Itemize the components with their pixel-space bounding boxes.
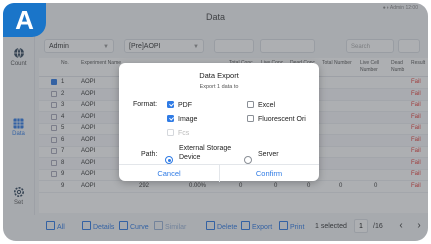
confirm-button[interactable]: Confirm [219,165,319,182]
format-option-image[interactable]: Image [167,115,197,124]
option-label: Excel [258,102,276,109]
checkbox-checked-icon [167,101,174,108]
dialog-subtitle: Export 1 data to [199,84,239,90]
dialog-title: Data Export [199,71,239,80]
radio-icon [244,156,252,164]
checkbox-icon [167,129,174,136]
format-option-fcs: Fcs [167,129,189,138]
format-option-pdf[interactable]: PDF [167,101,192,110]
option-label: Fcs [178,130,190,137]
checkbox-icon [247,101,254,108]
format-label: Format: [133,101,158,108]
frame: Data ●◑ Admin 12:00 Count Data Set Admin… [0,0,431,244]
option-label: Image [178,116,198,123]
checkbox-icon [247,115,254,122]
data-export-dialog: Data Export Export 1 data to Format: PDF… [119,63,319,182]
path-option-server-label[interactable]: Server [258,151,279,158]
panel-label-badge: A [3,3,46,37]
dialog-actions: Cancel Confirm [119,164,319,182]
option-label: PDF [178,102,192,109]
path-option-external-storage-label[interactable]: External Storage Device [179,144,241,162]
checkbox-checked-icon [167,115,174,122]
cancel-button[interactable]: Cancel [119,165,219,182]
radio-selected-icon [165,156,173,164]
option-label: Fluorescent Ori [258,116,306,123]
path-label: Path: [141,151,158,158]
format-option-fluorescent-ori[interactable]: Fluorescent Ori [247,115,306,124]
format-option-excel[interactable]: Excel [247,101,275,110]
